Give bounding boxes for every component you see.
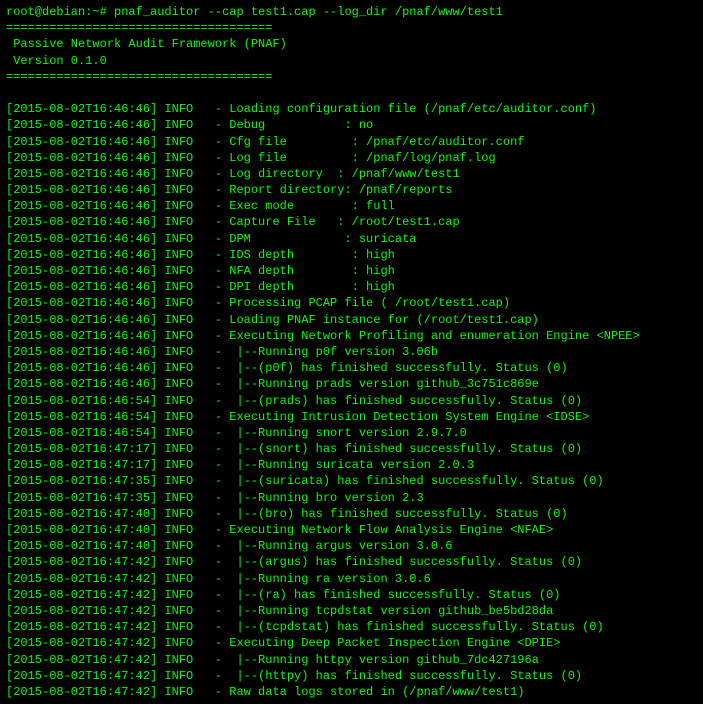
log-line: [2015-08-02T16:46:46] INFO - Loading PNA… xyxy=(6,312,697,328)
log-line: [2015-08-02T16:46:46] INFO - Loading con… xyxy=(6,101,697,117)
log-line: [2015-08-02T16:46:46] INFO - Cfg file : … xyxy=(6,134,697,150)
log-line: [2015-08-02T16:47:17] INFO - |--Running … xyxy=(6,457,697,473)
app-name: Passive Network Audit Framework (PNAF) xyxy=(6,36,697,52)
log-line: [2015-08-02T16:47:17] INFO - |--(snort) … xyxy=(6,441,697,457)
log-line: [2015-08-02T16:46:46] INFO - Debug : no xyxy=(6,117,697,133)
log-line: [2015-08-02T16:46:46] INFO - NFA depth :… xyxy=(6,263,697,279)
log-line: [2015-08-02T16:46:54] INFO - |--Running … xyxy=(6,425,697,441)
command-prompt: root@debian:~# pnaf_auditor --cap test1.… xyxy=(6,4,697,20)
log-line: [2015-08-02T16:46:46] INFO - |--Running … xyxy=(6,376,697,392)
log-line: [2015-08-02T16:46:46] INFO - Log directo… xyxy=(6,166,697,182)
log-line: [2015-08-02T16:46:46] INFO - DPI depth :… xyxy=(6,279,697,295)
log-line: [2015-08-02T16:46:46] INFO - Executing N… xyxy=(6,328,697,344)
app-version: Version 0.1.0 xyxy=(6,53,697,69)
log-line: [2015-08-02T16:47:35] INFO - |--Running … xyxy=(6,490,697,506)
log-line: [2015-08-02T16:47:35] INFO - |--(suricat… xyxy=(6,473,697,489)
log-line: [2015-08-02T16:47:42] INFO - Raw data lo… xyxy=(6,684,697,700)
log-line: [2015-08-02T16:47:42] INFO - Executing D… xyxy=(6,635,697,651)
log-line: [2015-08-02T16:47:42] INFO - |--Running … xyxy=(6,603,697,619)
log-line: [2015-08-02T16:47:42] INFO - |--(ra) has… xyxy=(6,587,697,603)
log-line: [2015-08-02T16:46:46] INFO - Report dire… xyxy=(6,182,697,198)
blank-line xyxy=(6,85,697,101)
log-line: [2015-08-02T16:46:46] INFO - Exec mode :… xyxy=(6,198,697,214)
log-line: [2015-08-02T16:46:46] INFO - Capture Fil… xyxy=(6,214,697,230)
log-line: [2015-08-02T16:46:54] INFO - |--(prads) … xyxy=(6,393,697,409)
log-line: [2015-08-02T16:47:40] INFO - |--(bro) ha… xyxy=(6,506,697,522)
log-line: [2015-08-02T16:46:46] INFO - Processing … xyxy=(6,295,697,311)
separator-bottom: ===================================== xyxy=(6,69,697,85)
log-line: [2015-08-02T16:47:40] INFO - Executing N… xyxy=(6,522,697,538)
log-output: [2015-08-02T16:46:46] INFO - Loading con… xyxy=(6,101,697,700)
log-line: [2015-08-02T16:46:46] INFO - IDS depth :… xyxy=(6,247,697,263)
log-line: [2015-08-02T16:46:46] INFO - |--(p0f) ha… xyxy=(6,360,697,376)
log-line: [2015-08-02T16:47:42] INFO - |--(httpy) … xyxy=(6,668,697,684)
separator-top: ===================================== xyxy=(6,20,697,36)
terminal-window: root@debian:~# pnaf_auditor --cap test1.… xyxy=(0,0,703,704)
log-line: [2015-08-02T16:46:46] INFO - |--Running … xyxy=(6,344,697,360)
log-line: [2015-08-02T16:46:46] INFO - Log file : … xyxy=(6,150,697,166)
log-line: [2015-08-02T16:46:46] INFO - DPM : suric… xyxy=(6,231,697,247)
log-line: [2015-08-02T16:47:42] INFO - |--Running … xyxy=(6,571,697,587)
log-line: [2015-08-02T16:47:42] INFO - |--(tcpdsta… xyxy=(6,619,697,635)
log-line: [2015-08-02T16:47:40] INFO - |--Running … xyxy=(6,538,697,554)
log-line: [2015-08-02T16:47:42] INFO - |--(argus) … xyxy=(6,554,697,570)
log-line: [2015-08-02T16:46:54] INFO - Executing I… xyxy=(6,409,697,425)
